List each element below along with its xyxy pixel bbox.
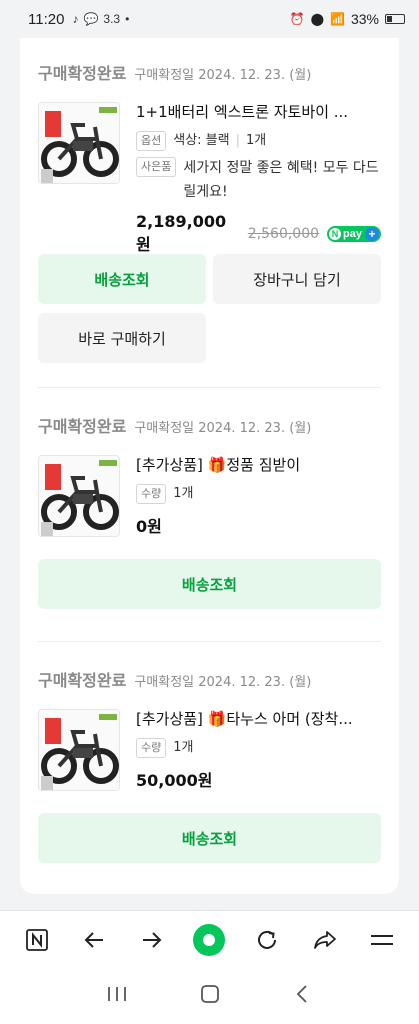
- share-icon[interactable]: [305, 920, 345, 960]
- location-icon: ⬤: [310, 12, 325, 26]
- battery-percent: 33%: [350, 11, 379, 27]
- browser-toolbar: [0, 910, 419, 968]
- product-row[interactable]: 1+1배터리 엑스트론 자토바이 ... 옵션 색상: 블랙 | 1개 사은품 …: [38, 102, 381, 255]
- npay-badge: N pay +: [327, 225, 381, 242]
- buy-now-button[interactable]: 바로 구매하기: [38, 313, 206, 363]
- battery-icon: [385, 14, 405, 24]
- order-item: 구매확정완료 구매확정일 2024. 12. 23. (월) 1+1배터리 엑스…: [38, 60, 381, 255]
- clock: 11:20: [28, 10, 65, 28]
- confirm-date: 구매확정일 2024. 12. 23. (월): [134, 68, 312, 83]
- product-name[interactable]: 1+1배터리 엑스트론 자토바이 ...: [136, 102, 381, 122]
- product-thumbnail[interactable]: [38, 709, 120, 791]
- forward-arrow-icon[interactable]: [132, 920, 172, 960]
- order-status: 구매확정완료: [38, 671, 127, 690]
- menu-icon[interactable]: [362, 920, 402, 960]
- quantity: 1개: [173, 740, 194, 755]
- product-row[interactable]: [추가상품] 🎁정품 짐받이 수량 1개 0원: [38, 455, 381, 537]
- add-to-cart-button[interactable]: 장바구니 담기: [213, 254, 381, 304]
- product-row[interactable]: [추가상품] 🎁타누스 아머 (장착... 수량 1개 50,000원: [38, 709, 381, 791]
- quantity: 1개: [173, 486, 194, 501]
- naver-n-icon: N: [329, 227, 342, 240]
- divider-bar: |: [235, 133, 240, 148]
- price: 2,189,000원: [136, 212, 227, 254]
- refresh-icon[interactable]: [247, 920, 287, 960]
- order-list-card: 구매확정완료 구매확정일 2024. 12. 23. (월) 1+1배터리 엑스…: [20, 38, 399, 894]
- dot-icon: •: [125, 12, 130, 26]
- alarm-icon: ⏰: [289, 12, 305, 26]
- notif-count: 3.3: [103, 12, 121, 26]
- track-delivery-button[interactable]: 배송조회: [38, 254, 206, 304]
- product-thumbnail[interactable]: [38, 455, 120, 537]
- ebike-image: [39, 456, 119, 536]
- home-icon[interactable]: [199, 983, 221, 1009]
- product-name[interactable]: [추가상품] 🎁정품 짐받이: [136, 455, 381, 475]
- home-green-icon[interactable]: [189, 920, 229, 960]
- confirm-date: 구매확정일 2024. 12. 23. (월): [134, 675, 312, 690]
- track-delivery-button[interactable]: 배송조회: [38, 559, 381, 609]
- wifi-icon: 📶: [330, 12, 345, 26]
- back-icon[interactable]: [293, 983, 313, 1009]
- qty-tag: 수량: [136, 738, 167, 758]
- quantity-row: 수량 1개: [136, 483, 381, 505]
- qty-tag: 수량: [136, 484, 167, 504]
- product-thumbnail[interactable]: [38, 102, 120, 184]
- quantity-row: 수량 1개: [136, 737, 381, 759]
- original-price: 2,560,000: [247, 225, 320, 242]
- status-bar: 11:20 ♪ 💬 3.3 • ⏰ ⬤ 📶 33%: [0, 0, 419, 38]
- track-delivery-button[interactable]: 배송조회: [38, 813, 381, 863]
- gift-row: 사은품 세가지 정말 좋은 혜택! 모두 다드릴게요!: [136, 156, 381, 204]
- tiktok-icon: ♪: [72, 12, 79, 26]
- gift-text: 세가지 정말 좋은 혜택! 모두 다드릴게요!: [183, 160, 379, 200]
- ebike-image: [39, 710, 119, 790]
- divider: [38, 641, 381, 642]
- option-row: 옵션 색상: 블랙 | 1개: [136, 130, 381, 152]
- price: 0원: [136, 517, 162, 536]
- divider: [38, 387, 381, 388]
- back-arrow-icon[interactable]: [74, 920, 114, 960]
- order-item: 구매확정완료 구매확정일 2024. 12. 23. (월) [추가상품] 🎁정…: [38, 413, 381, 537]
- order-status: 구매확정완료: [38, 417, 127, 436]
- system-nav-bar: [0, 968, 419, 1024]
- confirm-date: 구매확정일 2024. 12. 23. (월): [134, 421, 312, 436]
- price: 50,000원: [136, 771, 213, 790]
- product-name[interactable]: [추가상품] 🎁타누스 아머 (장착...: [136, 709, 381, 729]
- option-tag: 옵션: [136, 131, 167, 151]
- option-text: 색상: 블랙: [173, 133, 230, 148]
- ebike-image: [39, 103, 119, 183]
- chat-icon: 💬: [83, 12, 99, 26]
- order-status: 구매확정완료: [38, 64, 127, 83]
- quantity: 1개: [246, 133, 267, 148]
- gift-tag: 사은품: [136, 157, 177, 177]
- plus-icon: +: [365, 226, 379, 241]
- order-item: 구매확정완료 구매확정일 2024. 12. 23. (월) [추가상품] 🎁타…: [38, 667, 381, 791]
- recent-apps-icon[interactable]: [106, 984, 128, 1008]
- naver-n-icon[interactable]: [17, 920, 57, 960]
